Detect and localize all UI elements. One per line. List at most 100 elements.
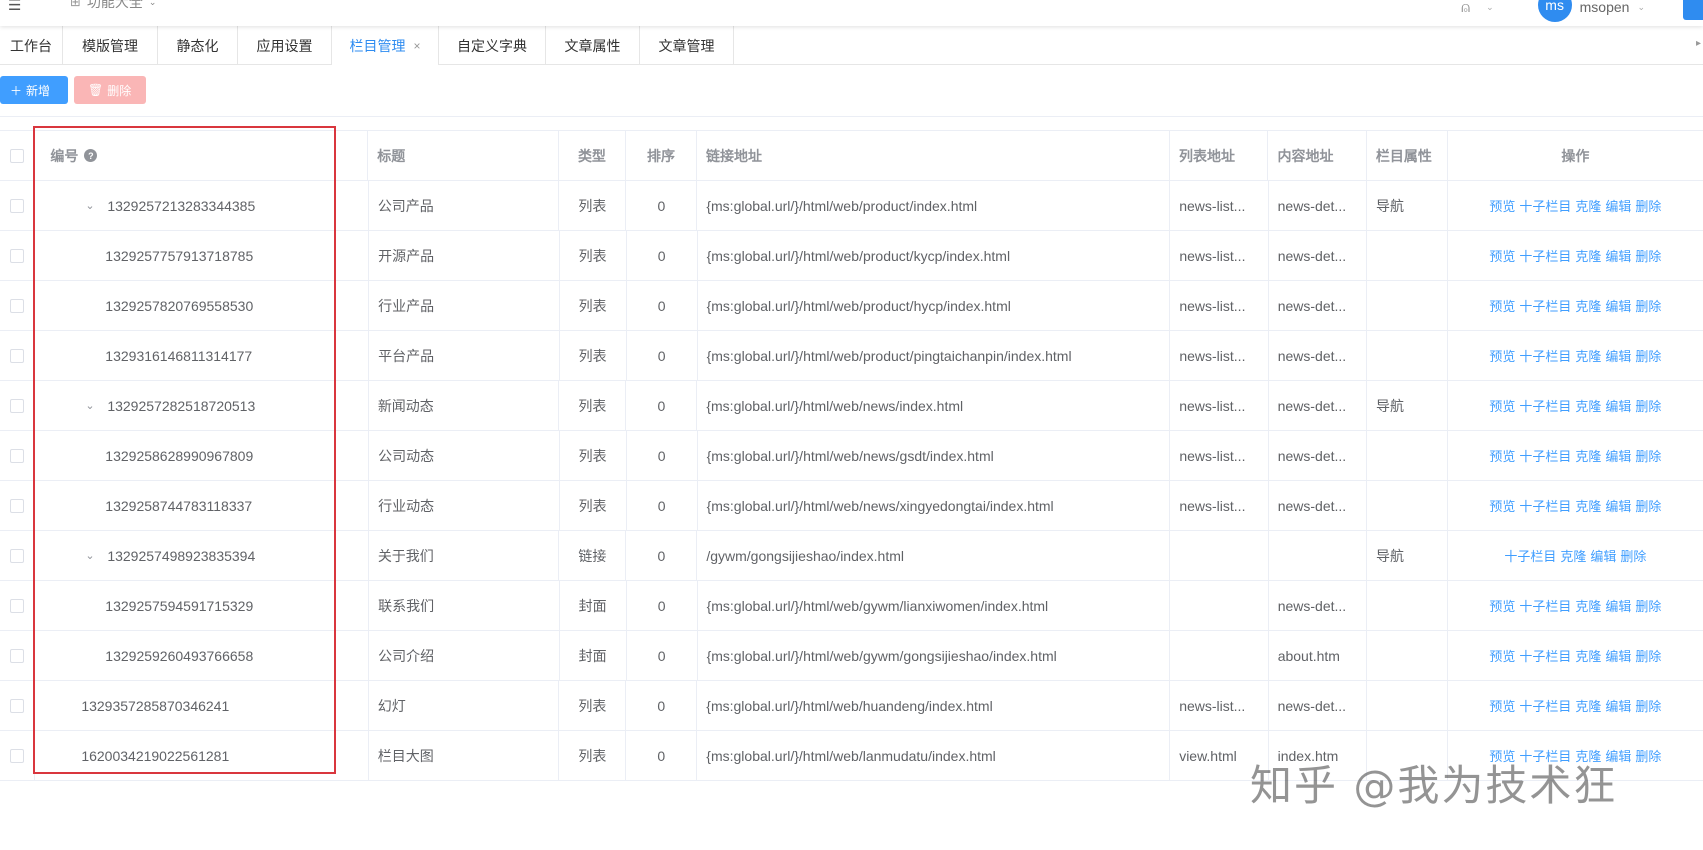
row-checkbox-cell[interactable] [0, 231, 36, 280]
chevron-down-icon[interactable]: ⌄ [85, 199, 101, 212]
clone-link[interactable]: 克隆 [1575, 646, 1601, 665]
preview-link[interactable]: 预览 [1489, 646, 1515, 665]
checkbox[interactable] [10, 598, 25, 613]
add-child-link[interactable]: 十子栏目 [1519, 646, 1571, 665]
row-checkbox-cell[interactable] [0, 331, 36, 380]
tab-article-attr[interactable]: 文章属性 [546, 26, 640, 65]
add-child-link[interactable]: 十子栏目 [1519, 696, 1571, 715]
edit-link[interactable]: 编辑 [1590, 546, 1616, 565]
edit-link[interactable]: 编辑 [1605, 696, 1631, 715]
tab-workbench[interactable]: 工作台 [0, 26, 63, 65]
checkbox[interactable] [10, 748, 25, 763]
row-checkbox-cell[interactable] [0, 431, 36, 480]
delete-link[interactable]: 删除 [1635, 396, 1661, 415]
clone-link[interactable]: 克隆 [1575, 446, 1601, 465]
preview-link[interactable]: 预览 [1489, 496, 1515, 515]
avatar[interactable]: ms [1537, 0, 1572, 22]
delete-link[interactable]: 删除 [1635, 696, 1661, 715]
checkbox[interactable] [10, 348, 25, 363]
add-child-link[interactable]: 十子栏目 [1519, 296, 1571, 315]
add-child-link[interactable]: 十子栏目 [1519, 196, 1571, 215]
clone-link[interactable]: 克隆 [1575, 196, 1601, 215]
preview-link[interactable]: 预览 [1489, 446, 1515, 465]
add-child-link[interactable]: 十子栏目 [1519, 596, 1571, 615]
delete-link[interactable]: 删除 [1635, 446, 1661, 465]
close-icon[interactable]: × [413, 39, 420, 53]
row-checkbox-cell[interactable] [0, 281, 36, 330]
tab-template-manage[interactable]: 模版管理 [63, 26, 158, 65]
delete-button[interactable]: 🗑 删除 [74, 76, 146, 104]
side-panel-toggle[interactable] [1683, 0, 1703, 20]
delete-link[interactable]: 删除 [1635, 246, 1661, 265]
chevron-down-icon[interactable]: ⌄ [85, 549, 101, 562]
edit-link[interactable]: 编辑 [1605, 596, 1631, 615]
clone-link[interactable]: 克隆 [1575, 696, 1601, 715]
preview-link[interactable]: 预览 [1489, 396, 1515, 415]
delete-link[interactable]: 删除 [1635, 296, 1661, 315]
clone-link[interactable]: 克隆 [1575, 496, 1601, 515]
checkbox[interactable] [10, 198, 25, 213]
tab-custom-dict[interactable]: 自定义字典 [439, 26, 546, 65]
tab-column-manage[interactable]: 栏目管理 × [332, 26, 439, 65]
clone-link[interactable]: 克隆 [1575, 246, 1601, 265]
row-checkbox-cell[interactable] [0, 731, 36, 780]
preview-link[interactable]: 预览 [1489, 196, 1515, 215]
checkbox[interactable] [10, 498, 25, 513]
menu-icon[interactable]: ☰ [8, 0, 21, 14]
row-checkbox-cell[interactable] [0, 581, 36, 630]
clone-link[interactable]: 克隆 [1575, 596, 1601, 615]
tab-app-settings[interactable]: 应用设置 [238, 26, 332, 65]
delete-link[interactable]: 删除 [1635, 746, 1661, 765]
clone-link[interactable]: 克隆 [1560, 546, 1586, 565]
checkbox[interactable] [10, 248, 25, 263]
username[interactable]: msopen [1580, 0, 1630, 15]
app-switch[interactable]: ⊞ 功能大全 ⌄ [70, 0, 156, 12]
checkbox[interactable] [10, 548, 25, 563]
row-checkbox-cell[interactable] [0, 481, 36, 530]
delete-link[interactable]: 删除 [1635, 346, 1661, 365]
delete-link[interactable]: 删除 [1635, 596, 1661, 615]
edit-link[interactable]: 编辑 [1605, 396, 1631, 415]
preview-link[interactable]: 预览 [1489, 596, 1515, 615]
delete-link[interactable]: 删除 [1635, 646, 1661, 665]
row-checkbox-cell[interactable] [0, 531, 36, 580]
add-button[interactable]: ＋ 新增 [0, 76, 68, 104]
row-checkbox-cell[interactable] [0, 631, 36, 680]
clone-link[interactable]: 克隆 [1575, 296, 1601, 315]
chevron-down-icon[interactable]: ⌄ [1486, 2, 1494, 13]
edit-link[interactable]: 编辑 [1605, 346, 1631, 365]
tab-article-manage[interactable]: 文章管理 [640, 26, 734, 65]
help-icon[interactable]: ? [84, 149, 98, 162]
row-checkbox-cell[interactable] [0, 181, 36, 230]
edit-link[interactable]: 编辑 [1605, 446, 1631, 465]
clone-link[interactable]: 克隆 [1575, 346, 1601, 365]
tab-static[interactable]: 静态化 [158, 26, 238, 65]
edit-link[interactable]: 编辑 [1605, 496, 1631, 515]
preview-link[interactable]: 预览 [1489, 346, 1515, 365]
tabs-more-icon[interactable]: ▸ [1696, 38, 1701, 49]
edit-link[interactable]: 编辑 [1605, 296, 1631, 315]
clone-link[interactable]: 克隆 [1575, 396, 1601, 415]
checkbox[interactable] [10, 448, 25, 463]
edit-link[interactable]: 编辑 [1605, 246, 1631, 265]
add-child-link[interactable]: 十子栏目 [1519, 246, 1571, 265]
row-checkbox-cell[interactable] [0, 681, 36, 730]
preview-link[interactable]: 预览 [1489, 696, 1515, 715]
chevron-down-icon[interactable]: ⌄ [1637, 2, 1645, 13]
edit-link[interactable]: 编辑 [1605, 646, 1631, 665]
checkbox[interactable] [10, 648, 25, 663]
checkbox[interactable] [10, 398, 25, 413]
delete-link[interactable]: 删除 [1635, 196, 1661, 215]
add-child-link[interactable]: 十子栏目 [1519, 496, 1571, 515]
add-child-link[interactable]: 十子栏目 [1519, 346, 1571, 365]
add-child-link[interactable]: 十子栏目 [1519, 396, 1571, 415]
checkbox[interactable] [10, 298, 25, 313]
delete-link[interactable]: 删除 [1620, 546, 1646, 565]
checkbox[interactable] [10, 148, 25, 163]
preview-link[interactable]: 预览 [1489, 246, 1515, 265]
preview-link[interactable]: 预览 [1489, 296, 1515, 315]
chevron-down-icon[interactable]: ⌄ [85, 399, 101, 412]
add-child-link[interactable]: 十子栏目 [1504, 546, 1556, 565]
edit-link[interactable]: 编辑 [1605, 196, 1631, 215]
select-all-checkbox[interactable] [0, 131, 36, 180]
